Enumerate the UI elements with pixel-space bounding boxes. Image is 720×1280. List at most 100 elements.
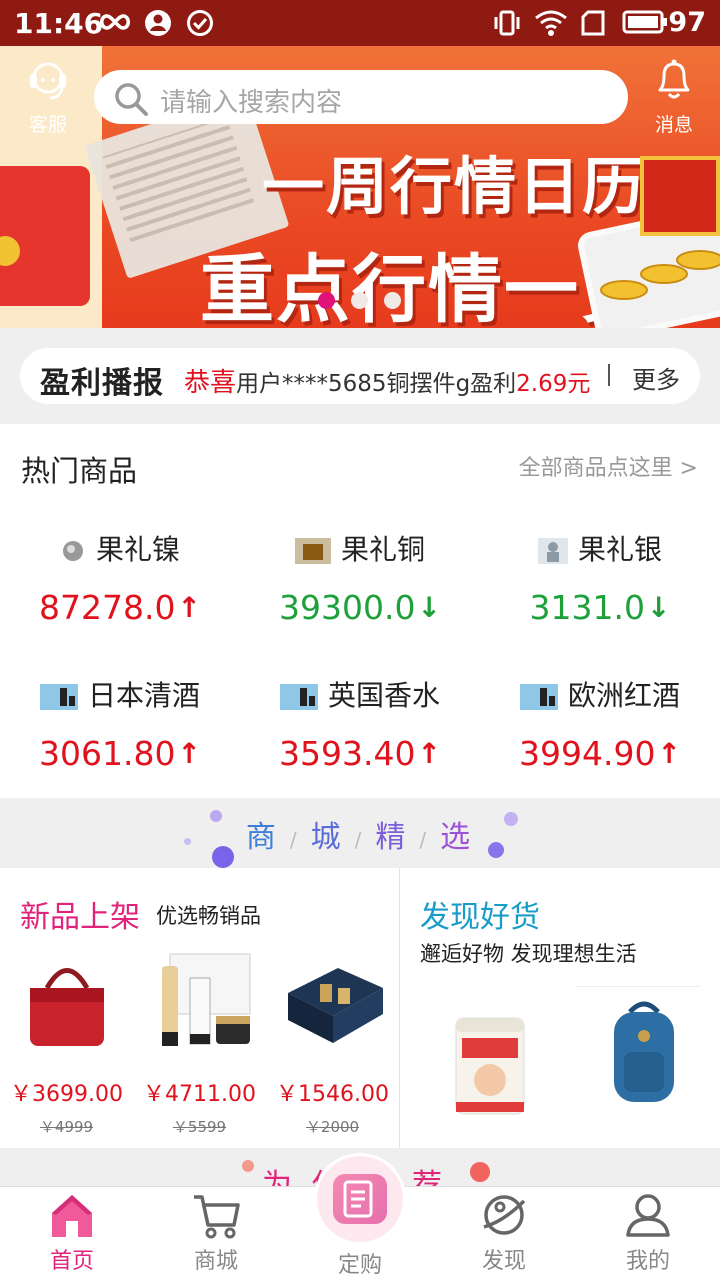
- trend-up-icon: ↑: [417, 737, 441, 770]
- mall-title-char: 精: [375, 820, 410, 855]
- nav-profile-label: 我的: [625, 1249, 670, 1274]
- messages-button[interactable]: 消息: [634, 56, 714, 137]
- hot-product-card[interactable]: 欧洲红酒 3994.90↑: [480, 674, 720, 773]
- trend-up-icon: ↑: [657, 737, 681, 770]
- ticker-profit-label: 盈利: [470, 371, 517, 397]
- ticker-amount: 2.69元: [516, 371, 591, 397]
- product-name: 欧洲红酒: [567, 679, 680, 712]
- sim-card-icon: [581, 10, 605, 36]
- trend-down-icon: ↓: [647, 591, 671, 624]
- product-name: 果礼银: [577, 533, 662, 566]
- customer-service-label: 客服: [28, 114, 67, 136]
- gift-box-image: [640, 156, 720, 236]
- ticker-congrats: 恭喜: [184, 368, 237, 398]
- product-card[interactable]: ￥1546.00 ￥2000: [266, 948, 399, 1137]
- product-price: 39300.0: [279, 588, 416, 627]
- cart-icon: [194, 1195, 240, 1239]
- copper-ornament-icon: [294, 538, 331, 564]
- search-placeholder[interactable]: 请输入搜索内容: [160, 82, 342, 119]
- trend-down-icon: ↓: [417, 591, 441, 624]
- product-price: 87278.0: [39, 588, 176, 627]
- hot-product-card[interactable]: 日本清酒 3061.80↑: [0, 674, 240, 773]
- milk-powder-image[interactable]: [450, 1008, 530, 1118]
- product-original-price: ￥2000: [305, 1118, 360, 1136]
- ticker-brand: 盈利播报: [40, 366, 164, 401]
- hot-product-card[interactable]: 果礼铜 39300.0↓: [240, 528, 480, 627]
- nav-home[interactable]: 首页: [0, 1187, 144, 1280]
- new-products-subtitle: 优选畅销品: [156, 904, 261, 928]
- home-icon: [52, 1195, 92, 1237]
- gold-coin-image: [676, 250, 720, 270]
- trend-up-icon: ↑: [177, 591, 201, 624]
- infinity-icon: [100, 14, 130, 30]
- hot-product-card[interactable]: 英国香水 3593.40↑: [240, 674, 480, 773]
- mall-title-char: 商: [245, 820, 280, 855]
- nav-discover-label: 发现: [481, 1249, 526, 1274]
- nav-order-label: 定购: [337, 1253, 382, 1278]
- gold-coin-image: [600, 280, 648, 300]
- trend-up-icon: ↑: [177, 737, 201, 770]
- discover-title: 发现好货: [420, 900, 540, 935]
- sake-bottle-icon: [39, 684, 78, 710]
- nickel-icon: [62, 541, 83, 561]
- pagination-dot-active[interactable]: [318, 292, 335, 309]
- chanel-cosmetics-image: [161, 953, 250, 1046]
- product-original-price: ￥4999: [39, 1118, 94, 1136]
- order-icon: [333, 1174, 387, 1224]
- status-time: 11:46: [14, 7, 104, 40]
- hot-products-header: 热门商品 全部商品点这里 >: [0, 424, 720, 504]
- account-icon: [145, 10, 171, 36]
- messages-label: 消息: [654, 114, 693, 136]
- wifi-icon: [535, 10, 567, 36]
- product-name: 果礼铜: [340, 533, 425, 566]
- nav-discover[interactable]: 发现: [432, 1187, 576, 1280]
- nav-home-label: 首页: [49, 1249, 94, 1274]
- ticker-user: 用户****5685铜摆件: [236, 371, 456, 397]
- ticker-more-link[interactable]: 更多: [632, 360, 680, 395]
- battery-icon: [622, 10, 667, 34]
- blue-backpack-image[interactable]: [604, 992, 684, 1112]
- ticker-unit: g: [455, 371, 471, 397]
- discover-separator: [576, 986, 700, 987]
- order-button[interactable]: [317, 1156, 403, 1242]
- gift-set-image: [287, 968, 383, 1043]
- hot-product-card[interactable]: 果礼镍 87278.0↑: [0, 528, 240, 627]
- nav-mall-label: 商城: [193, 1249, 238, 1274]
- customer-service-button[interactable]: 客服: [8, 56, 88, 137]
- silver-statue-icon: [537, 538, 568, 564]
- nav-profile[interactable]: 我的: [576, 1187, 720, 1280]
- new-products-panel[interactable]: 新品上架 优选畅销品 ￥3699.00 ￥4999 ￥4711.00 ￥5599: [0, 868, 399, 1148]
- mall-title-char: 选: [440, 820, 475, 855]
- search-icon: [115, 83, 148, 116]
- product-card[interactable]: ￥4711.00 ￥5599: [133, 948, 266, 1137]
- profit-ticker[interactable]: 盈利播报 恭喜用户****5685铜摆件g盈利2.69元 更多: [20, 348, 700, 404]
- product-card[interactable]: ￥3699.00 ￥4999: [0, 948, 133, 1137]
- mall-title-char: 城: [310, 820, 345, 855]
- hot-product-card[interactable]: 果礼银 3131.0↓: [480, 528, 720, 627]
- vibrate-icon: [494, 10, 520, 36]
- profit-ticker-section: 盈利播报 恭喜用户****5685铜摆件g盈利2.69元 更多: [0, 328, 720, 424]
- mall-title-sep: /: [354, 828, 366, 852]
- product-name: 英国香水: [327, 679, 440, 712]
- discover-panel[interactable]: 发现好货 邂逅好物 发现理想生活: [400, 868, 720, 1148]
- product-price: 3131.0: [529, 588, 645, 627]
- nav-mall[interactable]: 商城: [144, 1187, 288, 1280]
- search-bar[interactable]: 请输入搜索内容: [94, 70, 628, 124]
- discover-subtitle: 邂逅好物 发现理想生活: [420, 942, 637, 966]
- product-name: 果礼镍: [95, 533, 180, 566]
- product-original-price: ￥5599: [172, 1118, 227, 1136]
- pagination-dot[interactable]: [384, 292, 401, 309]
- all-products-link[interactable]: 全部商品点这里 >: [519, 450, 698, 482]
- pagination-dot[interactable]: [351, 292, 368, 309]
- battery-level: 97: [668, 7, 706, 38]
- perfume-bottle-icon: [279, 684, 318, 710]
- wine-bottle-icon: [519, 684, 558, 710]
- mall-selection-header: 商 / 城 / 精 / 选: [0, 798, 720, 868]
- product-price: 3994.90: [519, 734, 656, 773]
- gold-coin-image: [640, 264, 688, 284]
- product-price: 3061.80: [39, 734, 176, 773]
- mall-title-sep: /: [289, 828, 301, 852]
- hot-products-title: 热门商品: [21, 454, 138, 488]
- ticker-divider: [608, 364, 610, 386]
- banner-headline: 一周行情日历: [262, 150, 647, 223]
